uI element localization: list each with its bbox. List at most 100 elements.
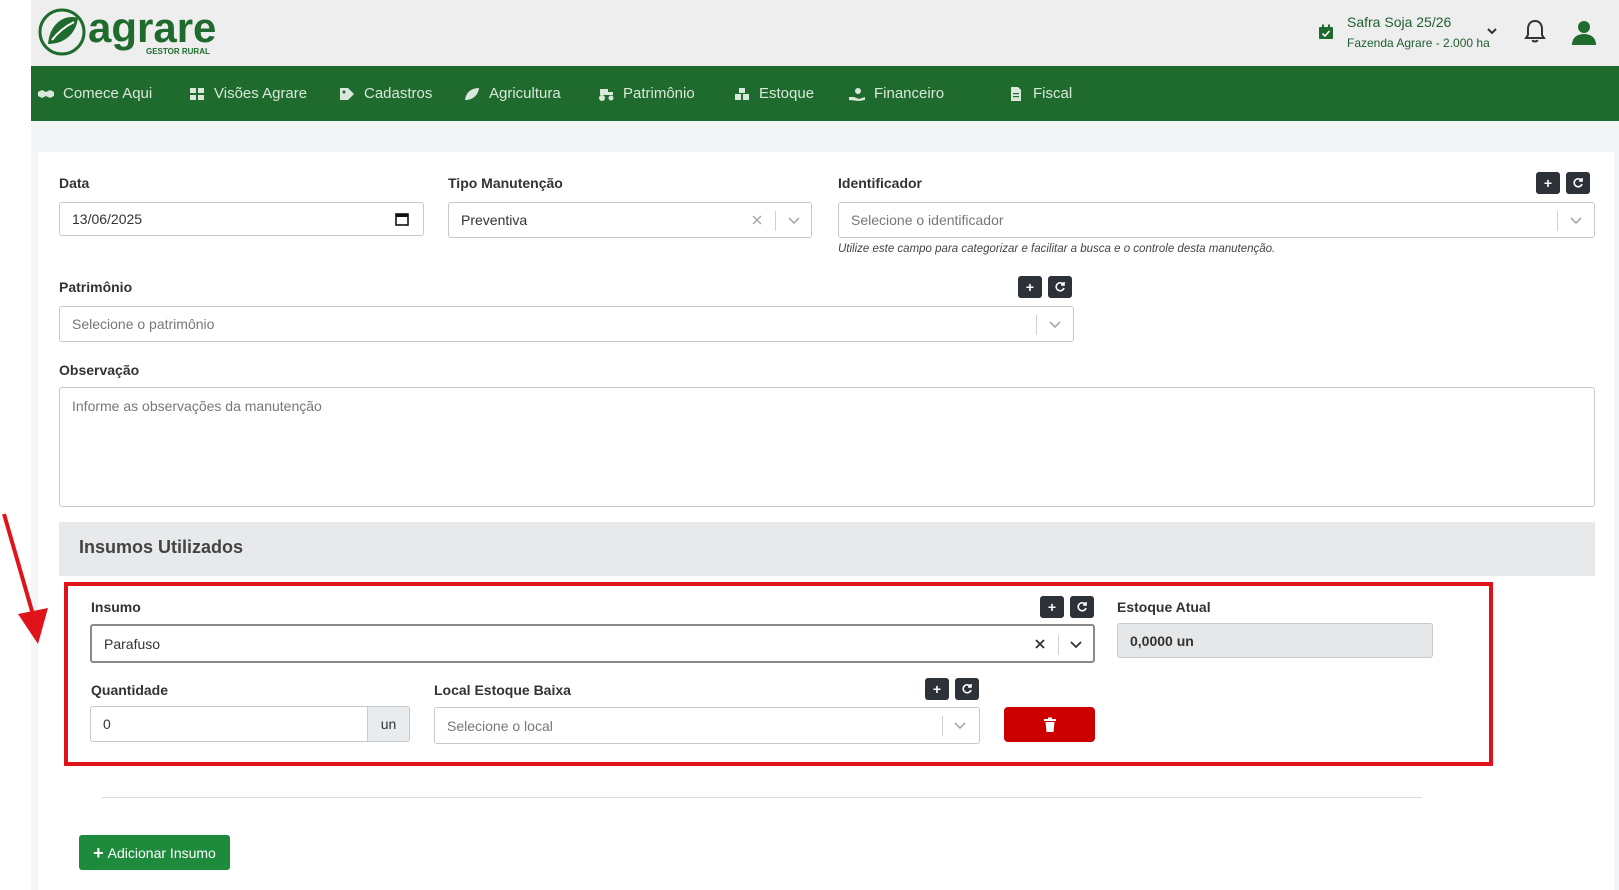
identificador-label: Identificador	[838, 175, 923, 191]
plus-icon: +	[932, 681, 942, 697]
agrare-logo[interactable]: agrare GESTOR RURAL	[38, 4, 258, 62]
nav-label: Estoque	[759, 85, 815, 102]
nav-item-estoque[interactable]: Estoque	[733, 66, 814, 121]
calendar-icon[interactable]	[395, 212, 409, 226]
chevron-down-icon[interactable]	[1069, 639, 1083, 651]
clear-icon[interactable]	[751, 214, 763, 226]
identificador-placeholder: Selecione o identificador	[851, 212, 1004, 228]
tractor-icon	[599, 88, 614, 101]
form-card	[38, 152, 1614, 890]
nav-label: Patrimônio	[623, 85, 695, 102]
chevron-down-icon[interactable]	[1569, 215, 1583, 227]
estoque-atual-label: Estoque Atual	[1117, 599, 1211, 615]
refresh-identificador-button[interactable]	[1566, 172, 1590, 194]
select-separator	[1036, 315, 1037, 335]
estoque-atual-field: 0,0000 un	[1117, 623, 1433, 658]
insumo-select[interactable]: Parafuso	[90, 624, 1095, 663]
section-divider	[102, 797, 1422, 798]
trash-icon	[1043, 717, 1056, 732]
calendar-check-icon	[1318, 24, 1334, 40]
add-identificador-button[interactable]: +	[1536, 172, 1560, 194]
chevron-down-icon[interactable]	[953, 720, 967, 732]
refresh-insumo-button[interactable]	[1070, 596, 1094, 618]
patrimonio-label: Patrimônio	[59, 279, 133, 295]
quantidade-input[interactable]: 0	[90, 706, 368, 742]
nav-label: Visões Agrare	[214, 85, 308, 102]
svg-text:agrare: agrare	[88, 4, 216, 51]
nav-label: Comece Aqui	[63, 85, 153, 102]
identificador-select[interactable]: Selecione o identificador	[838, 202, 1595, 238]
money-hand-icon	[849, 87, 865, 101]
tipo-manutencao-value: Preventiva	[461, 212, 528, 228]
data-label: Data	[59, 175, 90, 191]
bell-icon[interactable]	[1523, 18, 1547, 44]
chevron-down-icon[interactable]	[787, 215, 801, 227]
local-estoque-select[interactable]: Selecione o local	[434, 707, 980, 744]
date-input[interactable]: 13/06/2025	[59, 202, 424, 236]
insumos-title: Insumos Utilizados	[79, 537, 244, 557]
nav-label: Agricultura	[489, 85, 561, 102]
nav-label: Financeiro	[874, 85, 945, 102]
safra-selector-name[interactable]: Safra Soja 25/26	[1347, 14, 1451, 30]
tag-icon	[340, 87, 354, 100]
add-insumo-item-button[interactable]: +	[1040, 596, 1064, 618]
select-separator	[1058, 635, 1059, 655]
handshake-icon	[38, 89, 54, 98]
boxes-icon	[735, 87, 749, 100]
select-separator	[942, 716, 943, 736]
quantidade-value: 0	[103, 716, 111, 732]
refresh-icon	[1077, 602, 1087, 612]
nav-item-comece-aqui[interactable]: Comece Aqui	[37, 66, 152, 121]
patrimonio-placeholder: Selecione o patrimônio	[72, 316, 215, 332]
leaf-icon	[465, 87, 479, 100]
nav-item-financeiro[interactable]: Financeiro	[848, 66, 944, 121]
refresh-icon	[1055, 282, 1065, 292]
plus-icon: +	[1025, 279, 1035, 295]
quantidade-label: Quantidade	[91, 682, 169, 698]
add-insumo-label: Adicionar Insumo	[107, 844, 216, 861]
refresh-icon	[962, 684, 972, 694]
svg-text:GESTOR RURAL: GESTOR RURAL	[146, 47, 210, 56]
add-local-button[interactable]: +	[925, 678, 949, 700]
nav-label: Cadastros	[364, 85, 433, 102]
dashboard-icon	[190, 87, 204, 100]
annotation-arrow	[0, 510, 60, 650]
add-insumo-button[interactable]: + Adicionar Insumo	[79, 835, 230, 870]
clear-icon[interactable]	[1034, 638, 1046, 650]
plus-icon: +	[93, 842, 104, 863]
insumo-label: Insumo	[91, 599, 141, 615]
insumos-section-header	[59, 522, 1595, 576]
quantidade-unit: un	[368, 706, 410, 742]
delete-insumo-button[interactable]	[1004, 707, 1095, 742]
main-navigation: Comece Aqui Visões Agrare Cadastros Agri…	[31, 66, 1619, 121]
refresh-icon	[1573, 178, 1583, 188]
patrimonio-select[interactable]: Selecione o patrimônio	[59, 306, 1074, 342]
top-bar	[31, 0, 1619, 66]
nav-item-visoes-agrare[interactable]: Visões Agrare	[188, 66, 307, 121]
chevron-down-icon[interactable]	[1485, 24, 1499, 38]
chevron-down-icon[interactable]	[1048, 319, 1062, 331]
observacao-textarea[interactable]: Informe as observações da manutenção	[59, 387, 1595, 507]
plus-icon: +	[1543, 175, 1553, 191]
tipo-manutencao-label: Tipo Manutenção	[448, 175, 563, 191]
local-estoque-label: Local Estoque Baixa	[434, 682, 571, 698]
select-separator	[1557, 211, 1558, 231]
user-avatar-icon[interactable]	[1570, 18, 1598, 46]
nav-item-cadastros[interactable]: Cadastros	[338, 66, 432, 121]
local-estoque-placeholder: Selecione o local	[447, 717, 553, 734]
observacao-label: Observação	[59, 362, 140, 378]
nav-item-patrimonio[interactable]: Patrimônio	[597, 66, 695, 121]
invoice-icon	[1011, 86, 1021, 101]
select-separator	[775, 211, 776, 231]
plus-icon: +	[1047, 599, 1057, 615]
nav-item-agricultura[interactable]: Agricultura	[463, 66, 561, 121]
nav-item-fiscal[interactable]: Fiscal	[1007, 66, 1072, 121]
tipo-manutencao-select[interactable]: Preventiva	[448, 202, 812, 238]
refresh-local-button[interactable]	[955, 678, 979, 700]
estoque-atual-value: 0,0000 un	[1130, 632, 1194, 649]
identificador-hint: Utilize este campo para categorizar e fa…	[838, 243, 1276, 255]
farm-name[interactable]: Fazenda Agrare - 2.000 ha	[1347, 36, 1490, 50]
date-value: 13/06/2025	[72, 211, 143, 227]
add-patrimonio-button[interactable]: +	[1018, 276, 1042, 298]
refresh-patrimonio-button[interactable]	[1048, 276, 1072, 298]
